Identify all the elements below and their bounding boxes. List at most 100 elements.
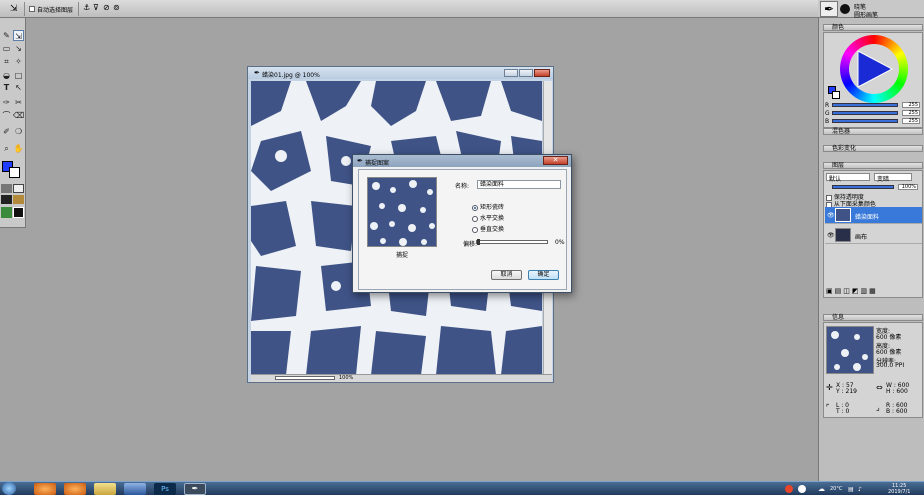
panel-secondary-swatch[interactable] (832, 91, 840, 99)
eye-icon[interactable]: 👁 (827, 232, 835, 239)
clock-date[interactable]: 2019/7/1 (888, 489, 910, 495)
ok-button[interactable]: 确定 (528, 270, 559, 280)
pattern-preview-image (368, 178, 436, 246)
layers-panel-header[interactable]: 图层 (823, 162, 923, 169)
painter-icon[interactable]: ✒ (184, 483, 206, 495)
opacity-slider[interactable] (832, 185, 894, 189)
layer-adjuster-tool-icon[interactable]: ⇲ (13, 30, 24, 41)
offset-slider[interactable] (476, 239, 548, 245)
color-panel: R 255 G 255 B 255 (823, 32, 923, 128)
opacity-value[interactable]: 100% (898, 184, 918, 190)
offset-slider-thumb[interactable] (477, 239, 480, 245)
blend-mode-select[interactable]: 默认 (826, 173, 870, 183)
maximize-button[interactable] (519, 69, 533, 77)
eye-icon[interactable]: 👁 (827, 212, 835, 219)
eraser-tool-icon[interactable]: ⌫ (13, 110, 24, 121)
capture-pattern-dialog: ✒ 捕捉图案 ✕ 捕捉 名称: 蜡染面料 矩形瓷砖 水平交换 垂直交换 偏移: … (352, 154, 572, 293)
dodge-tool-icon[interactable]: ⌒ (1, 110, 12, 121)
text-tool-icon[interactable]: T (1, 82, 12, 93)
composite-method-select[interactable]: 变暗 (874, 173, 912, 183)
secondary-color-swatch[interactable] (9, 167, 20, 178)
pen-tool-icon[interactable]: ✑ (1, 97, 12, 108)
network-icon[interactable]: ▤ (848, 486, 854, 493)
volume-icon[interactable]: ♪ (858, 486, 862, 493)
r-value[interactable]: 255 (902, 102, 920, 108)
option-horizontal-shift[interactable]: 水平交换 (472, 213, 504, 222)
layer-command-bar[interactable]: ▣▤◫◩▥▦ (826, 287, 878, 295)
layer-thumbnail (835, 228, 851, 242)
color-panel-header[interactable]: 颜色 (823, 24, 923, 31)
layer-name: 画布 (855, 234, 868, 241)
cancel-button[interactable]: 取消 (491, 270, 522, 280)
offset-value: 0% (555, 239, 565, 246)
auto-select-checkbox[interactable] (29, 5, 35, 12)
close-button[interactable] (534, 69, 550, 77)
folder-icon[interactable] (94, 483, 116, 495)
b-value[interactable]: 255 (902, 118, 920, 124)
zoom-slider[interactable] (275, 376, 335, 380)
option-label: 垂直交换 (480, 226, 505, 233)
dialog-close-button[interactable]: ✕ (543, 156, 568, 165)
photoshop-icon[interactable]: Ps (154, 483, 176, 495)
taskbar-app-icon[interactable] (34, 483, 56, 495)
weather-icon[interactable]: ☁ (818, 485, 825, 493)
scissors-tool-icon[interactable]: ✂ (13, 97, 24, 108)
radio-button[interactable] (472, 226, 478, 233)
dialog-titlebar[interactable]: ✒ 捕捉图案 (353, 155, 571, 167)
move-tool-icon[interactable]: ⇲ (10, 4, 18, 14)
color-triangle[interactable] (854, 49, 894, 89)
transform-icon[interactable]: ⊘ (103, 3, 110, 12)
brush-tool-icon[interactable]: ✎ (1, 30, 12, 41)
option-vertical-shift[interactable]: 垂直交换 (472, 224, 504, 233)
radio-button[interactable] (472, 215, 478, 222)
cloner-tool-icon[interactable]: ❍ (13, 126, 24, 137)
word-icon[interactable] (124, 483, 146, 495)
magic-wand-tool-icon[interactable]: ✧ (13, 56, 24, 67)
media-selector[interactable] (1, 184, 25, 224)
mixer-panel-header[interactable]: 混色器 (823, 128, 923, 135)
layer-name: 蜡染面料 (855, 214, 880, 221)
resolution-value: 300.0 PPI (876, 362, 905, 369)
pattern-name-input[interactable]: 蜡染面料 (477, 180, 561, 189)
color-variation-panel-header[interactable]: 色彩变化 (823, 145, 923, 152)
crop-tool-icon[interactable]: ⌗ (1, 56, 12, 67)
taskbar-app-icon[interactable] (64, 483, 86, 495)
rotate-icon[interactable]: ⊚ (113, 3, 120, 12)
right-panel-dock: 颜色 R 255 G 255 B 255 混色器 色彩变化 图层 默认 变暗 1… (818, 18, 924, 481)
selection-adjuster-icon[interactable]: ↖ (13, 82, 24, 93)
grabber-tool-icon[interactable]: ✋ (13, 143, 24, 154)
name-label: 名称: (455, 183, 470, 190)
minimize-button[interactable] (504, 69, 518, 77)
document-title: 蜡染01.jpg @ 100% (262, 72, 320, 79)
b-readout: B : 600 (886, 408, 908, 415)
top-left-icon: ⌜ (826, 403, 830, 412)
dropper-tool-icon[interactable]: ✐ (1, 126, 12, 137)
paint-bucket-tool-icon[interactable]: ◒ (1, 70, 12, 81)
layers-panel: 默认 变暗 100% 保持透明度 从下面采集颜色 👁 蜡染面料 👁 画布 ▣▤◫… (823, 170, 923, 298)
lasso-tool-icon[interactable]: ↘ (13, 43, 24, 54)
color-wheel[interactable] (840, 35, 908, 103)
layer-row[interactable]: 👁 蜡染面料 (825, 207, 922, 224)
layer-row[interactable]: 👁 画布 (825, 227, 922, 244)
b-slider[interactable] (832, 119, 898, 123)
rect-select-tool-icon[interactable]: ▭ (1, 43, 12, 54)
magnifier-tool-icon[interactable]: ⌕ (1, 143, 12, 154)
info-panel-header[interactable]: 信息 (823, 314, 923, 321)
shape-tool-icon[interactable]: □ (13, 70, 24, 81)
g-value[interactable]: 255 (902, 110, 920, 116)
anchor-icon[interactable]: ⚓ (83, 3, 90, 12)
start-button[interactable] (2, 482, 16, 495)
radio-button[interactable] (472, 204, 478, 211)
tray-icon[interactable] (798, 485, 806, 493)
document-statusbar: 100% (251, 374, 552, 382)
brush-icon[interactable]: ✒ (820, 1, 838, 17)
tray-icon[interactable] (785, 485, 793, 493)
align-icon[interactable]: ⊽ (93, 3, 99, 12)
option-label: 矩形瓷砖 (480, 204, 505, 211)
r-slider[interactable] (832, 103, 898, 107)
g-slider[interactable] (832, 111, 898, 115)
dialog-body: 捕捉 名称: 蜡染面料 矩形瓷砖 水平交换 垂直交换 偏移: 0% 取消 确定 (358, 169, 567, 290)
info-panel: 宽度: 600 像素 高度: 600 像素 分辨率: 300.0 PPI ✛ X… (823, 322, 923, 418)
document-titlebar[interactable]: ✒ 蜡染01.jpg @ 100% (248, 67, 553, 79)
option-rect-tile[interactable]: 矩形瓷砖 (472, 202, 504, 211)
